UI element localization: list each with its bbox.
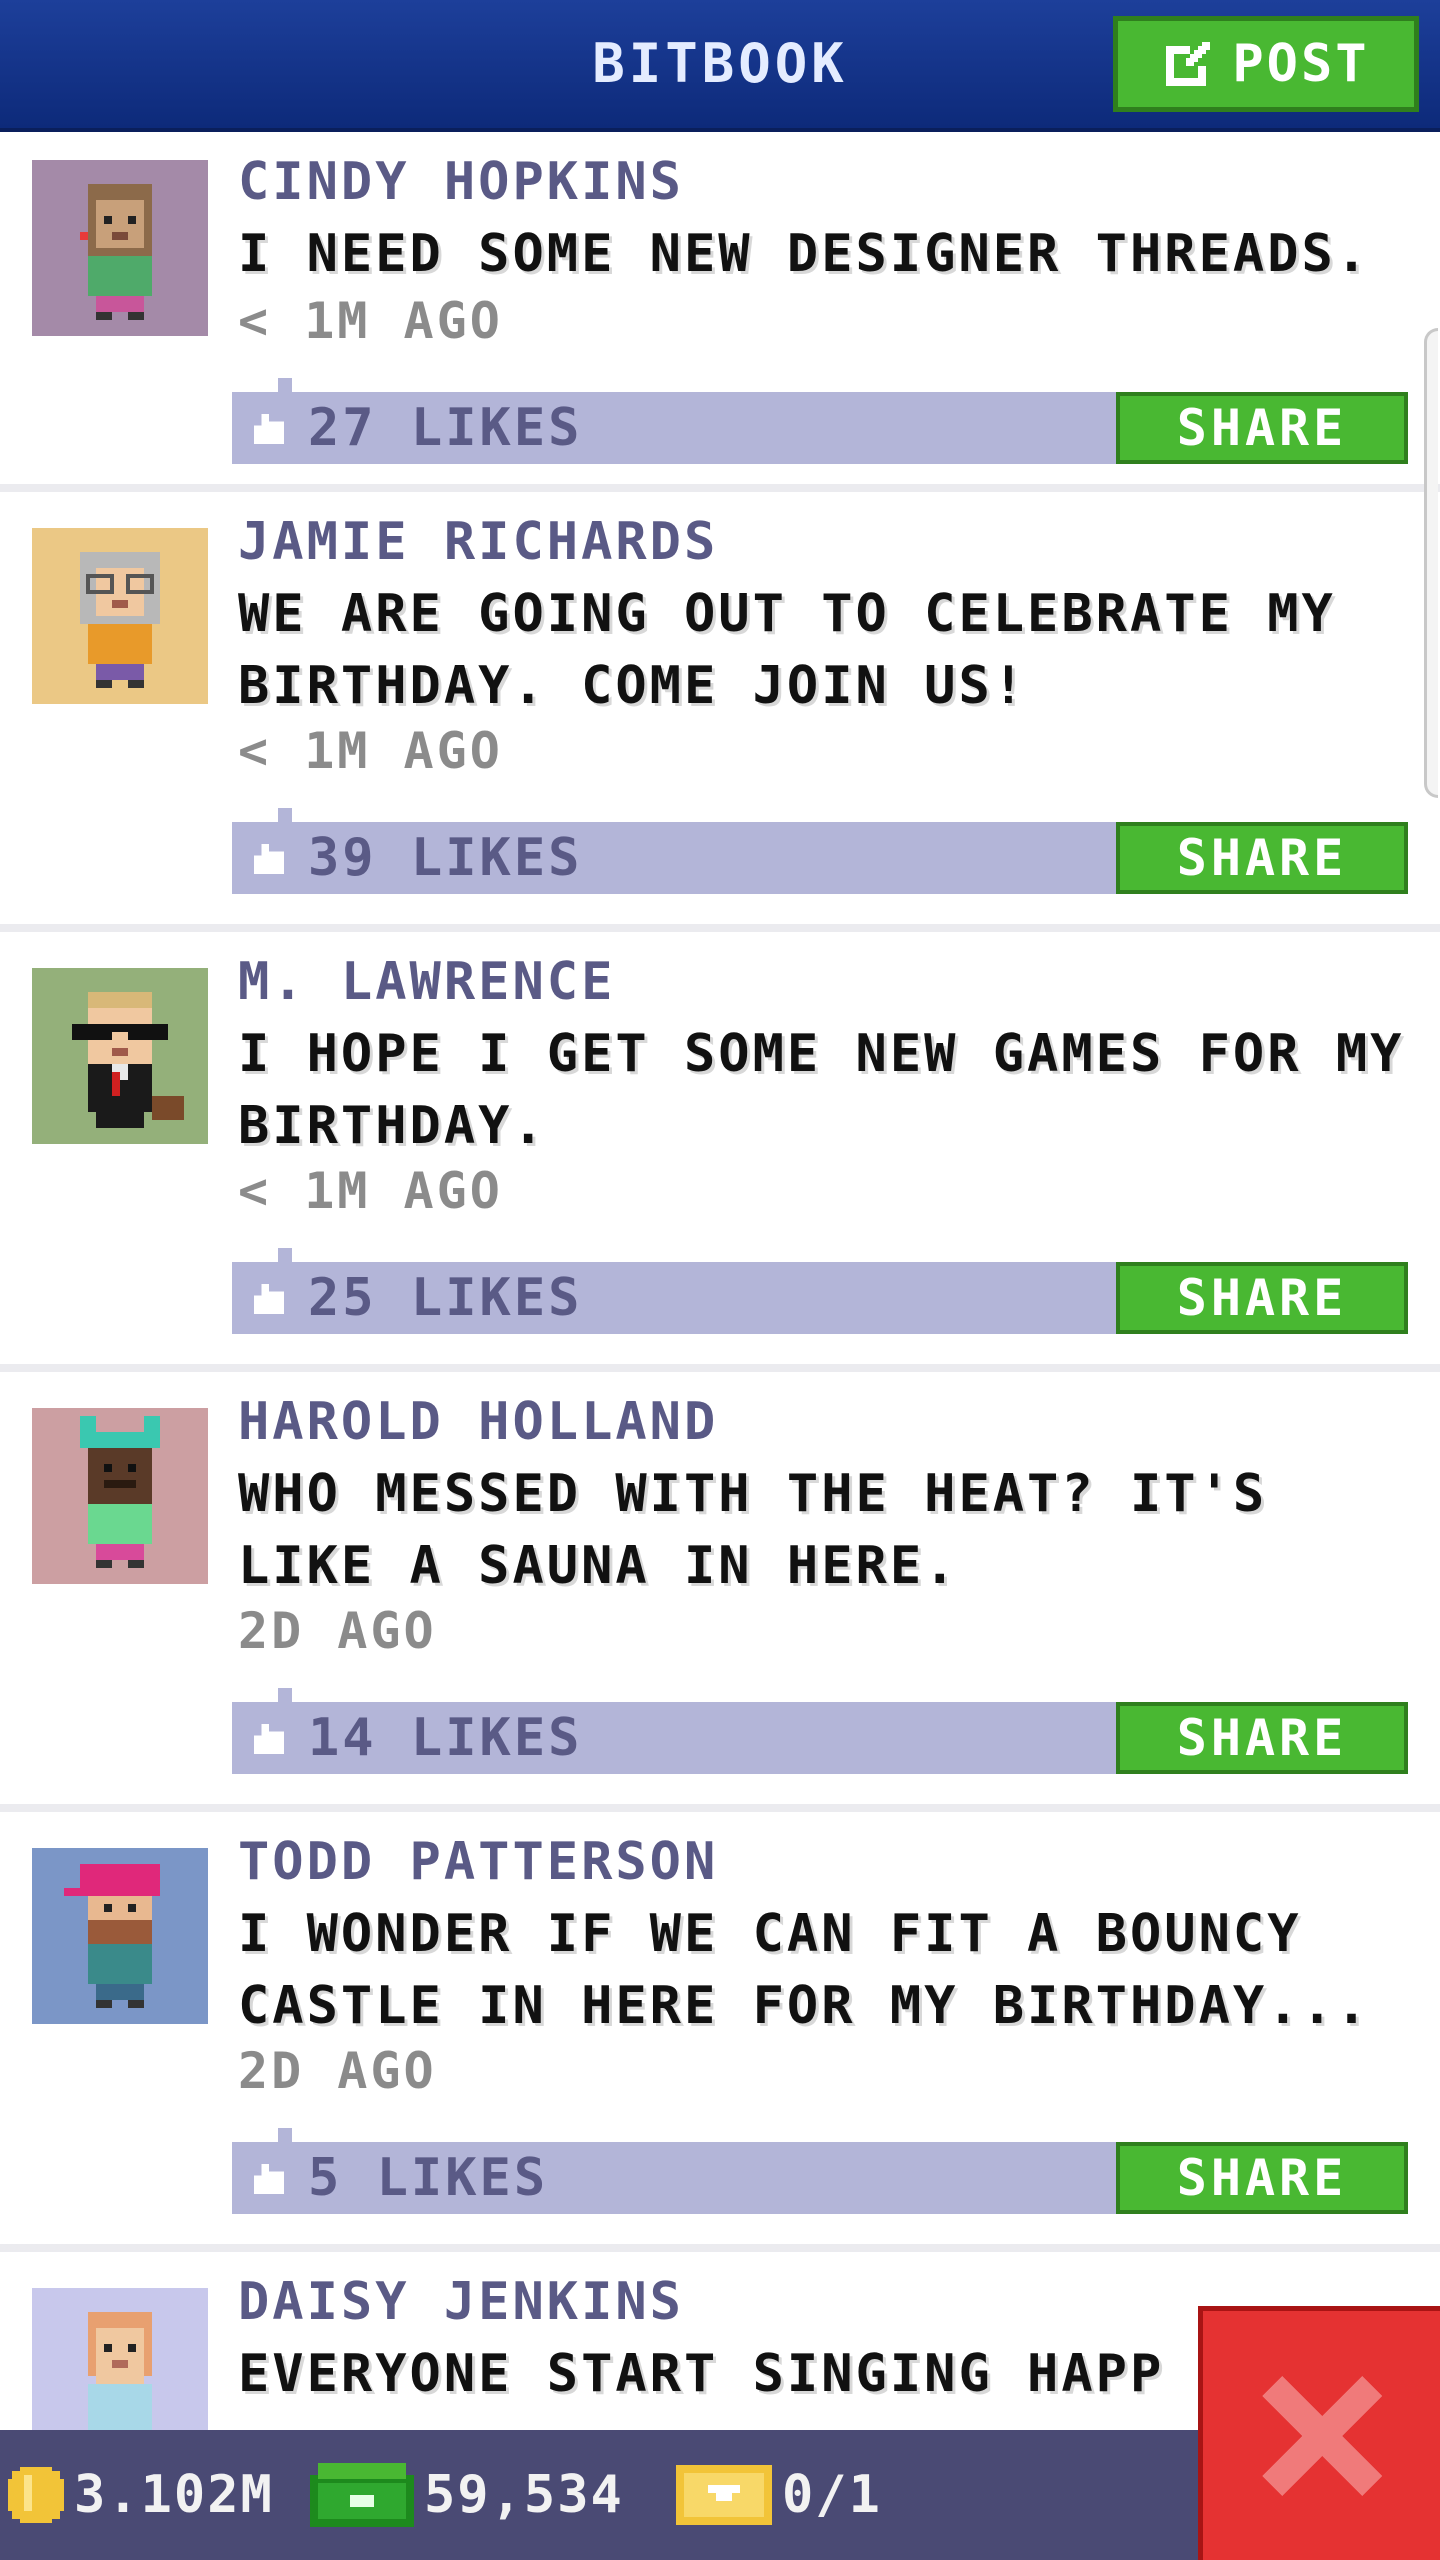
post-author[interactable]: M. LAWRENCE [238, 952, 615, 1012]
coin-icon [8, 2467, 64, 2523]
avatar [32, 1408, 208, 1584]
tickets-value: 0/1 [782, 2465, 882, 2525]
post-author[interactable]: JAMIE RICHARDS [238, 512, 718, 572]
likes-bar: 27 LIKES SHARE [232, 378, 1408, 464]
avatar [32, 1848, 208, 2024]
post-time: < 1M AGO [238, 722, 503, 780]
post-message: WE ARE GOING OUT TO CELEBRATE MY BIRTHDA… [238, 584, 1336, 716]
post-time: < 1M AGO [238, 1162, 503, 1220]
post-message: EVERYONE START SINGING HAPP [238, 2344, 1165, 2404]
coins-value: 3.102M [74, 2465, 274, 2525]
share-button[interactable]: SHARE [1116, 1262, 1408, 1334]
post-author[interactable]: DAISY JENKINS [238, 2272, 684, 2332]
post-message: I NEED SOME NEW DESIGNER THREADS. [238, 224, 1371, 284]
cash-icon [310, 2463, 414, 2527]
avatar [32, 160, 208, 336]
tickets-stat: 0/1 [676, 2430, 882, 2560]
post-time: 2D AGO [238, 1602, 437, 1660]
post-author[interactable]: TODD PATTERSON [238, 1832, 718, 1892]
likes-count: 14 LIKES [308, 1708, 583, 1768]
post-time: < 1M AGO [238, 292, 503, 350]
post-message: I WONDER IF WE CAN FIT A BOUNCY CASTLE I… [238, 1904, 1371, 2036]
share-button[interactable]: SHARE [1116, 392, 1408, 464]
post-author[interactable]: HAROLD HOLLAND [238, 1392, 718, 1452]
likes-bar: 25 LIKES SHARE [232, 1248, 1408, 1334]
ticket-icon [676, 2465, 772, 2525]
share-button[interactable]: SHARE [1116, 2142, 1408, 2214]
feed-post: M. LAWRENCE I HOPE I GET SOME NEW GAMES … [0, 932, 1440, 1372]
post-message: I HOPE I GET SOME NEW GAMES FOR MY BIRTH… [238, 1024, 1405, 1156]
likes-count: 25 LIKES [308, 1268, 583, 1328]
coins-stat: 3.102M [8, 2430, 274, 2560]
thumbs-up-icon[interactable] [250, 844, 288, 874]
likes-count: 39 LIKES [308, 828, 583, 888]
close-icon [1252, 2366, 1392, 2506]
likes-bar: 39 LIKES SHARE [232, 808, 1408, 894]
thumbs-up-icon[interactable] [250, 2164, 288, 2194]
likes-bar: 14 LIKES SHARE [232, 1688, 1408, 1774]
likes-bar: 5 LIKES SHARE [232, 2128, 1408, 2214]
cash-value: 59,534 [424, 2465, 624, 2525]
thumbs-up-icon[interactable] [250, 1284, 288, 1314]
feed-post: TODD PATTERSON I WONDER IF WE CAN FIT A … [0, 1812, 1440, 2252]
post-button[interactable]: POST [1113, 16, 1419, 112]
feed-post: CINDY HOPKINS I NEED SOME NEW DESIGNER T… [0, 132, 1440, 492]
thumbs-up-icon[interactable] [250, 1724, 288, 1754]
likes-count: 5 LIKES [308, 2148, 549, 2208]
post-author[interactable]: CINDY HOPKINS [238, 152, 684, 212]
compose-icon [1162, 38, 1214, 90]
post-label: POST [1232, 34, 1370, 94]
likes-count: 27 LIKES [308, 398, 583, 458]
scrollbar[interactable] [1424, 328, 1438, 798]
app-header: BITBOOK POST [0, 0, 1440, 132]
cash-stat: 59,534 [310, 2430, 624, 2560]
thumbs-up-icon[interactable] [250, 414, 288, 444]
share-button[interactable]: SHARE [1116, 822, 1408, 894]
avatar [32, 968, 208, 1144]
feed-post: HAROLD HOLLAND WHO MESSED WITH THE HEAT?… [0, 1372, 1440, 1812]
post-time: 2D AGO [238, 2042, 437, 2100]
post-message: WHO MESSED WITH THE HEAT? IT'S LIKE A SA… [238, 1464, 1268, 1596]
share-button[interactable]: SHARE [1116, 1702, 1408, 1774]
close-button[interactable] [1198, 2306, 1440, 2560]
feed-post: JAMIE RICHARDS WE ARE GOING OUT TO CELEB… [0, 492, 1440, 932]
avatar [32, 528, 208, 704]
